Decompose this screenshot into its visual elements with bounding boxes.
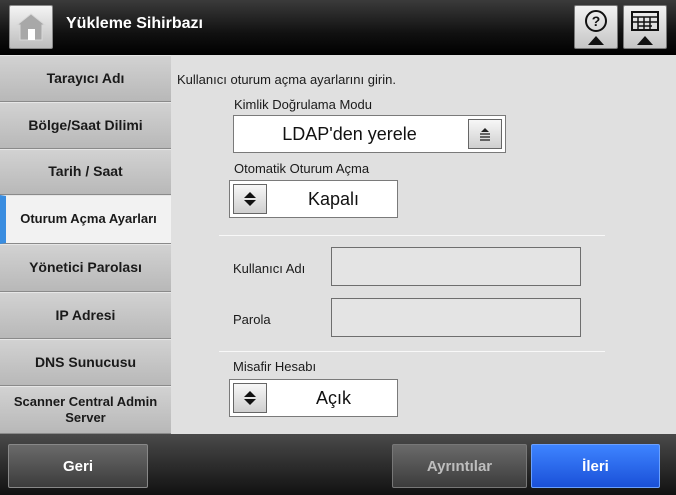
home-icon — [15, 13, 47, 41]
auto-login-spinner[interactable]: Kapalı — [229, 180, 398, 218]
spinner-button[interactable] — [233, 383, 267, 413]
spinner-button[interactable] — [233, 184, 267, 214]
sidebar: Tarayıcı Adı Bölge/Saat Dilimi Tarih / S… — [0, 55, 171, 434]
expand-triangle-icon — [588, 36, 604, 45]
auth-mode-value: LDAP'den yerele — [282, 123, 417, 144]
page-title: Yükleme Sihirbazı — [66, 15, 203, 32]
username-label: Kullanıcı Adı — [233, 261, 306, 276]
dropdown-list-icon — [480, 128, 490, 141]
main-panel: Kullanıcı oturum açma ayarlarını girin. … — [171, 55, 676, 434]
auto-login-value: Kapalı — [307, 188, 360, 209]
password-label: Parola — [233, 312, 271, 327]
guest-account-label: Misafir Hesabı — [233, 359, 317, 374]
back-button[interactable]: Geri — [8, 444, 148, 488]
auth-mode-label: Kimlik Doğrulama Modu — [234, 97, 372, 112]
auto-login-label: Otomatik Oturum Açma — [234, 161, 370, 176]
dropdown-button[interactable] — [468, 119, 502, 149]
guest-account-value: Açık — [315, 387, 351, 408]
password-field[interactable] — [331, 298, 581, 337]
bottom-bar: Geri Ayrıntılar İleri — [0, 434, 676, 495]
sidebar-item-admin-password[interactable]: Yönetici Parolası — [0, 244, 171, 292]
sidebar-item-scanner-name[interactable]: Tarayıcı Adı — [0, 55, 171, 102]
keyboard-icon — [631, 11, 659, 31]
details-button[interactable]: Ayrıntılar — [392, 444, 527, 488]
sidebar-item-date-time[interactable]: Tarih / Saat — [0, 149, 171, 195]
username-field[interactable] — [331, 247, 581, 286]
keyboard-button[interactable] — [623, 5, 667, 49]
sidebar-item-login-settings[interactable]: Oturum Açma Ayarları — [0, 195, 171, 244]
auth-mode-select[interactable]: LDAP'den yerele — [233, 115, 506, 153]
up-down-arrows-icon — [244, 391, 256, 405]
expand-triangle-icon — [637, 36, 653, 45]
next-button[interactable]: İleri — [531, 444, 660, 488]
title-bar: Yükleme Sihirbazı ? — [0, 0, 676, 55]
guest-account-spinner[interactable]: Açık — [229, 379, 398, 417]
svg-text:?: ? — [592, 13, 601, 29]
up-down-arrows-icon — [244, 192, 256, 206]
sidebar-item-scanner-central-admin[interactable]: Scanner Central Admin Server — [0, 386, 171, 434]
sidebar-item-region-timezone[interactable]: Bölge/Saat Dilimi — [0, 102, 171, 149]
sidebar-item-dns-server[interactable]: DNS Sunucusu — [0, 339, 171, 386]
sidebar-item-ip-address[interactable]: IP Adresi — [0, 292, 171, 339]
help-button[interactable]: ? — [574, 5, 618, 49]
home-button[interactable] — [9, 5, 53, 49]
divider — [219, 235, 605, 236]
instruction-text: Kullanıcı oturum açma ayarlarını girin. — [177, 72, 396, 87]
divider — [219, 351, 605, 352]
help-icon: ? — [585, 10, 607, 32]
